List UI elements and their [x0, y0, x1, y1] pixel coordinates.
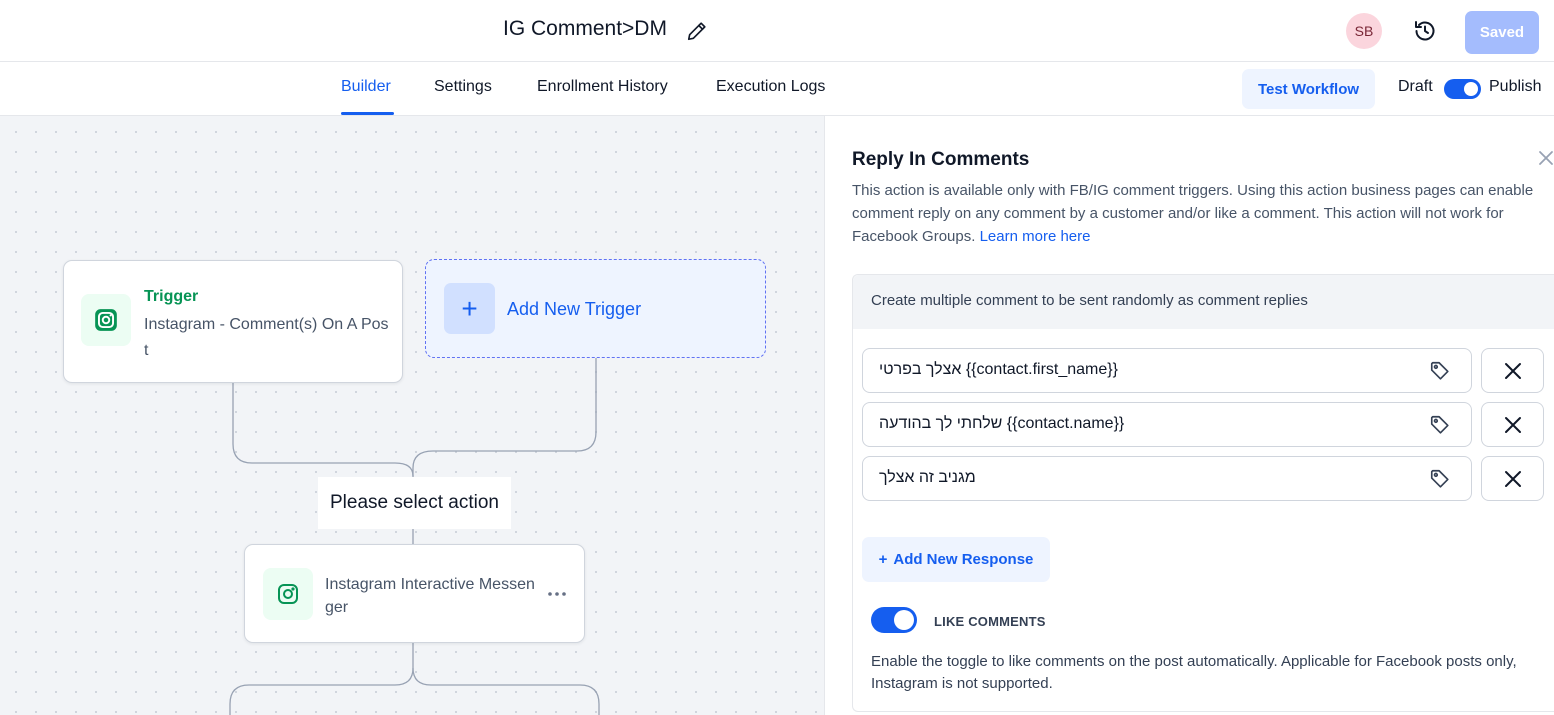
tab-settings[interactable]: Settings — [434, 78, 492, 96]
delete-response-button[interactable] — [1481, 348, 1544, 393]
plus-icon: + — [878, 551, 888, 568]
delete-response-button[interactable] — [1481, 456, 1544, 501]
saved-button[interactable]: Saved — [1465, 11, 1539, 54]
tab-builder[interactable]: Builder — [341, 78, 391, 96]
publish-label: Publish — [1489, 78, 1542, 95]
instagram-outline-icon — [263, 568, 313, 620]
response-text[interactable]: {{contact.name}} שלחתי לך בהודעה — [879, 415, 1124, 433]
reply-in-comments-panel: Reply In Comments This action is availab… — [824, 116, 1554, 715]
action-node-label: Instagram Interactive Messenger — [325, 576, 535, 616]
active-tab-indicator — [341, 112, 394, 115]
workflow-canvas[interactable]: Trigger Instagram - Comment(s) On A Post… — [0, 116, 824, 715]
panel-title: Reply In Comments — [852, 149, 1030, 170]
x-icon — [1504, 470, 1521, 487]
response-input[interactable]: {{contact.first_name}} אצלך בפרטי — [862, 348, 1472, 393]
tag-icon[interactable] — [1429, 360, 1451, 382]
learn-more-link[interactable]: Learn more here — [980, 228, 1091, 245]
delete-response-button[interactable] — [1481, 402, 1544, 447]
trigger-description: Instagram - Comment(s) On A Post — [144, 316, 389, 359]
trigger-title: Trigger — [144, 288, 199, 305]
tab-bar: Builder Settings Enrollment History Exec… — [0, 62, 1554, 116]
toggle-knob — [1464, 82, 1478, 96]
x-icon — [1504, 362, 1521, 379]
response-text[interactable]: {{contact.first_name}} אצלך בפרטי — [879, 361, 1118, 379]
plus-icon: + — [444, 283, 495, 334]
panel-description: This action is available only with FB/IG… — [852, 179, 1554, 248]
avatar[interactable]: SB — [1346, 13, 1382, 49]
add-response-label: Add New Response — [893, 551, 1034, 568]
response-text[interactable]: מגניב זה אצלך — [879, 469, 976, 487]
response-input[interactable]: {{contact.name}} שלחתי לך בהודעה — [862, 402, 1472, 447]
draft-label: Draft — [1398, 78, 1433, 95]
like-comments-label: LIKE COMMENTS — [934, 614, 1046, 629]
toggle-knob — [894, 610, 914, 630]
pencil-icon[interactable] — [686, 20, 708, 42]
like-comments-description: Enable the toggle to like comments on th… — [871, 653, 1517, 692]
panel-description-text: This action is available only with FB/IG… — [852, 182, 1534, 245]
responses-box: Create multiple comment to be sent rando… — [852, 274, 1554, 712]
test-workflow-button[interactable]: Test Workflow — [1242, 69, 1375, 109]
top-bar: IG Comment>DM SB Saved — [0, 0, 1554, 62]
action-node-instagram[interactable]: Instagram Interactive Messenger — [244, 544, 585, 643]
add-new-response-button[interactable]: + Add New Response — [862, 537, 1050, 582]
instagram-icon — [81, 294, 131, 346]
tab-execution-logs[interactable]: Execution Logs — [716, 78, 825, 96]
add-trigger-button[interactable]: + Add New Trigger — [425, 259, 766, 358]
more-options-icon[interactable] — [546, 583, 568, 605]
tag-icon[interactable] — [1429, 468, 1451, 490]
close-icon[interactable] — [1537, 149, 1554, 167]
trigger-node[interactable]: Trigger Instagram - Comment(s) On A Post — [63, 260, 403, 383]
history-icon[interactable] — [1413, 19, 1437, 43]
like-comments-toggle[interactable] — [871, 607, 917, 633]
response-input[interactable]: מגניב זה אצלך — [862, 456, 1472, 501]
tab-enrollment-history[interactable]: Enrollment History — [537, 78, 668, 96]
x-icon — [1504, 416, 1521, 433]
responses-header: Create multiple comment to be sent rando… — [853, 275, 1554, 329]
publish-toggle[interactable] — [1444, 79, 1481, 99]
workflow-title: IG Comment>DM — [503, 17, 667, 40]
tag-icon[interactable] — [1429, 414, 1451, 436]
add-trigger-label: Add New Trigger — [507, 299, 642, 319]
select-action-label[interactable]: Please select action — [318, 477, 511, 529]
